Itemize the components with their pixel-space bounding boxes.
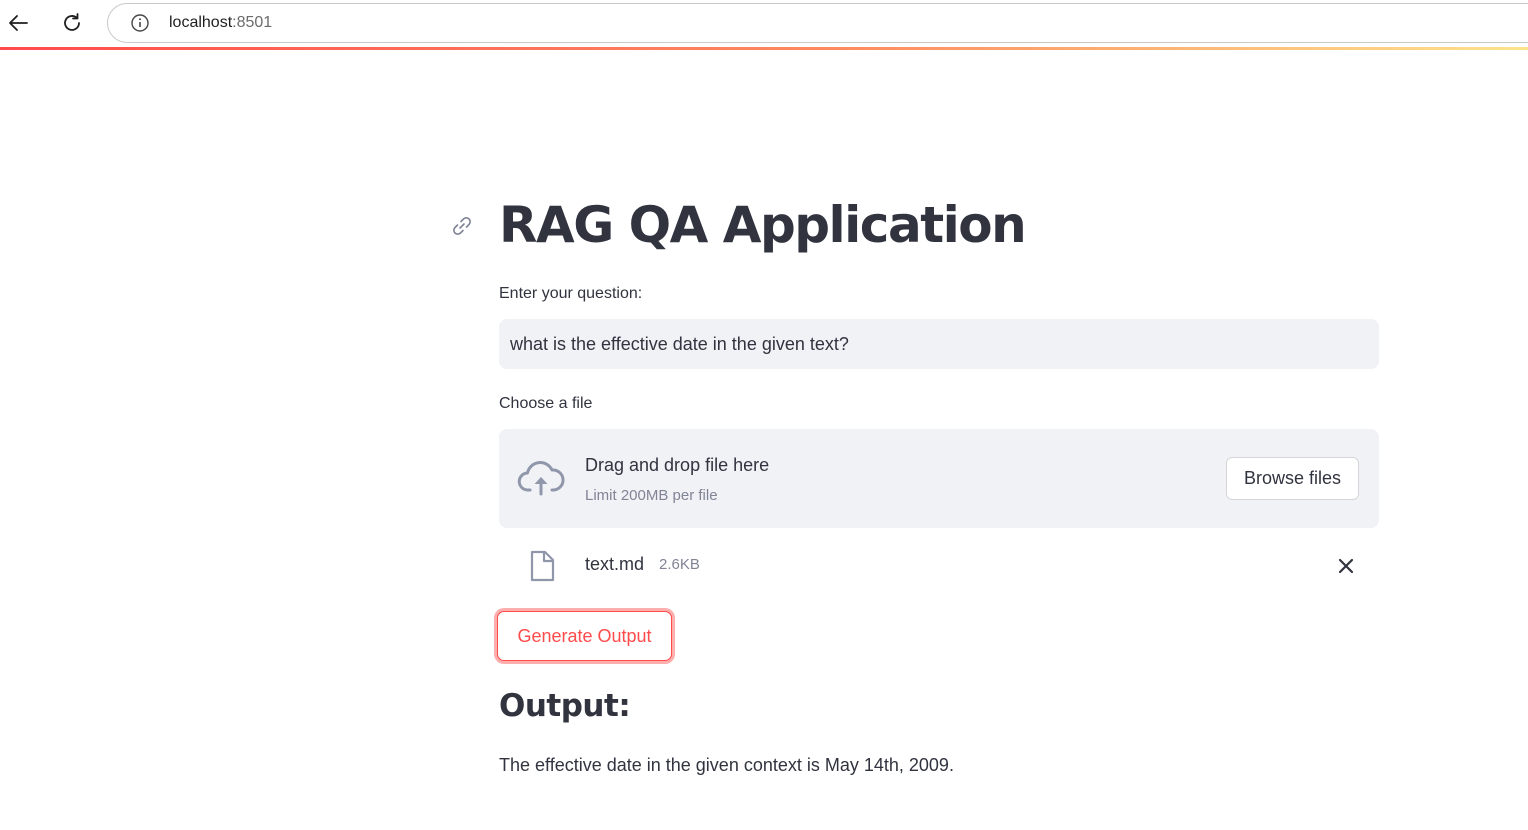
output-heading: Output: xyxy=(499,688,631,724)
reload-button[interactable] xyxy=(57,8,87,38)
cloud-upload-icon xyxy=(517,459,565,499)
dropzone-title: Drag and drop file here xyxy=(585,455,770,475)
url-text: localhost:8501 xyxy=(169,14,272,32)
uploaded-file-name: text.md xyxy=(585,554,645,574)
file-icon xyxy=(528,550,556,582)
info-icon[interactable] xyxy=(130,13,150,33)
url-port: :8501 xyxy=(232,14,273,31)
file-dropzone[interactable]: Drag and drop file here Limit 200MB per … xyxy=(499,429,1379,528)
generate-output-button[interactable]: Generate Output xyxy=(497,611,672,661)
page-title: RAG QA Application xyxy=(499,196,1027,254)
back-arrow-icon xyxy=(9,15,28,31)
browse-files-button[interactable]: Browse files xyxy=(1226,457,1359,500)
link-icon[interactable] xyxy=(450,214,474,238)
remove-file-button[interactable] xyxy=(1331,551,1361,581)
decoration-stripe xyxy=(0,47,1528,50)
file-uploader-label: Choose a file xyxy=(499,395,593,412)
dropzone-limit: Limit 200MB per file xyxy=(585,487,718,504)
url-host: localhost xyxy=(169,14,233,31)
output-text: The effective date in the given context … xyxy=(499,755,954,775)
reload-icon xyxy=(64,13,80,31)
back-button[interactable] xyxy=(3,8,33,38)
question-label: Enter your question: xyxy=(499,285,643,302)
question-input[interactable] xyxy=(499,319,1379,369)
address-bar[interactable]: localhost:8501 xyxy=(107,3,1528,43)
uploaded-file-size: 2.6KB xyxy=(659,556,700,573)
close-icon xyxy=(1338,558,1354,574)
uploaded-file-row: text.md 2.6KB xyxy=(499,545,1379,585)
browser-toolbar: localhost:8501 xyxy=(0,0,1528,46)
